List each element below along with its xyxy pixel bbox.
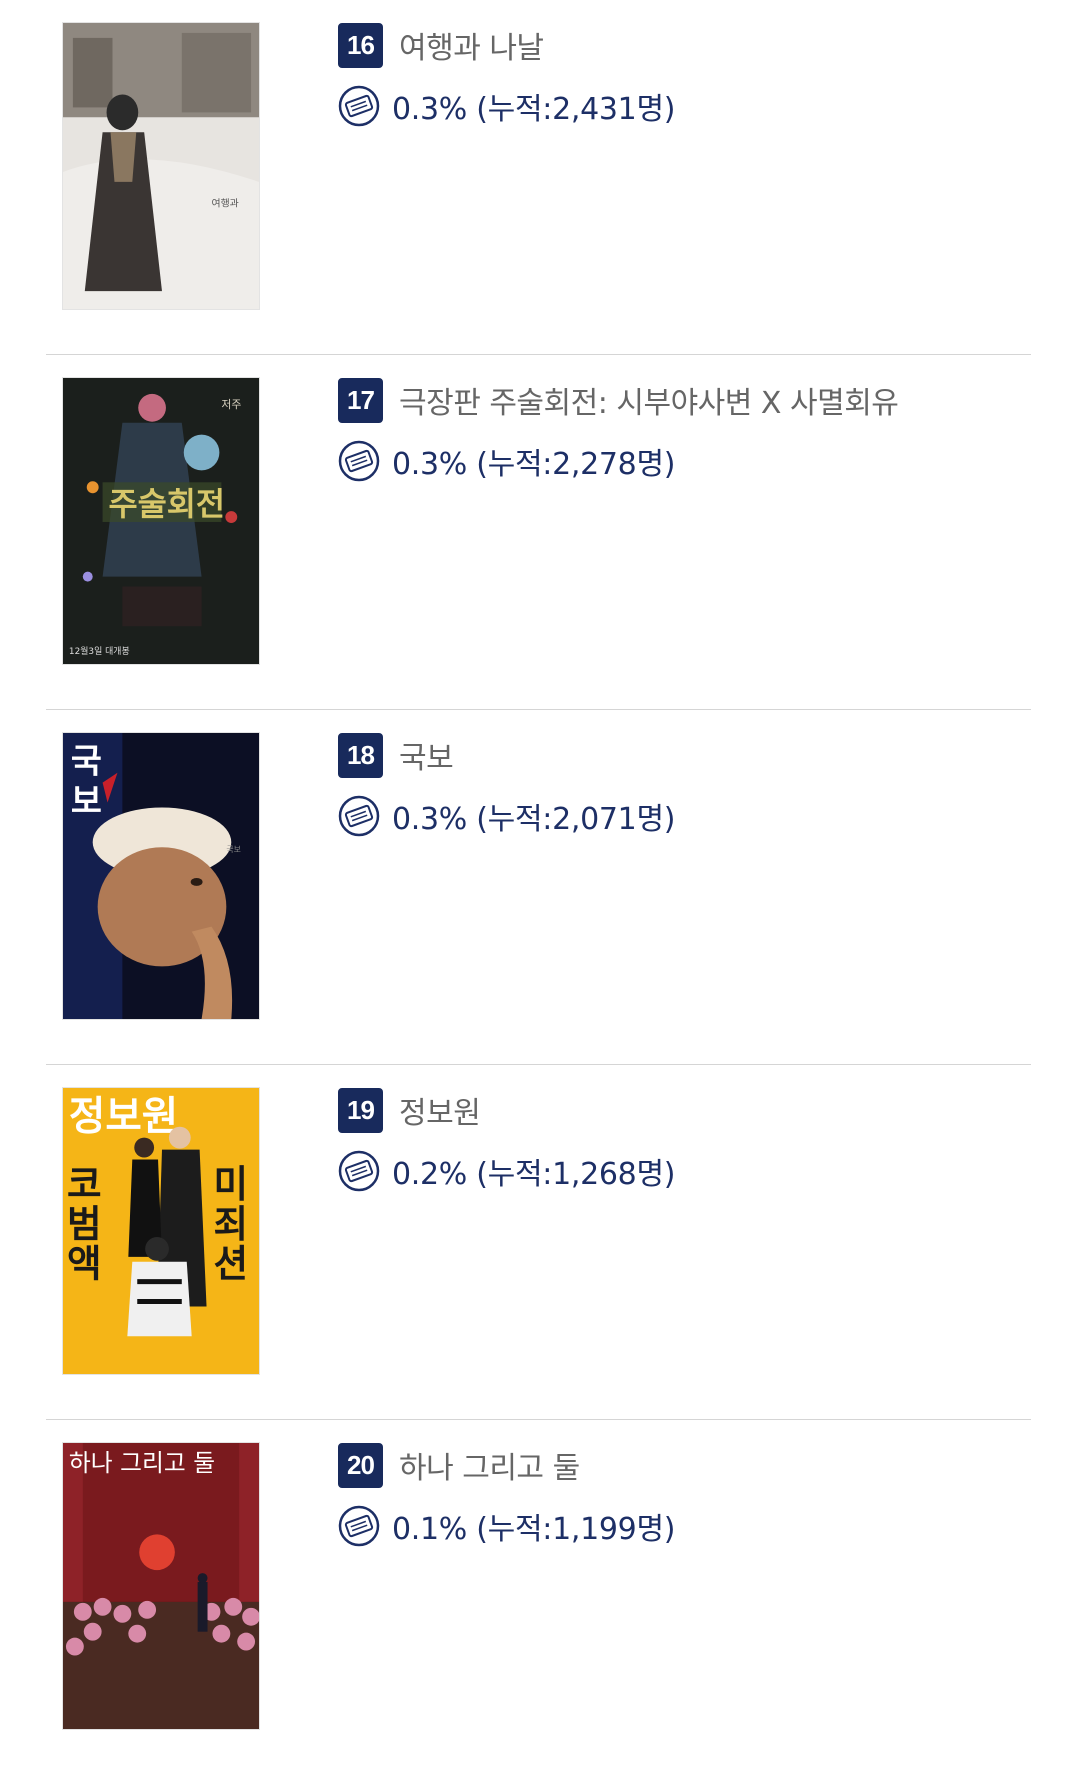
movie-title[interactable]: 국보: [399, 733, 454, 777]
movie-title[interactable]: 극장판 주술회전: 시부야사변 X 사멸회유: [399, 378, 899, 422]
list-item[interactable]: 국 보 국보 18 국보 0.3% (누적:2,071명): [46, 710, 1031, 1065]
stat-row: 0.3% (누적:2,071명): [338, 794, 675, 838]
stat-row: 0.3% (누적:2,431명): [338, 84, 675, 128]
svg-text:죄: 죄: [213, 1202, 248, 1246]
stat-row: 0.1% (누적:1,199명): [338, 1504, 675, 1548]
title-row: 20 하나 그리고 둘: [338, 1442, 580, 1488]
list-item[interactable]: 하나 그리고 둘 20 하나 그리고 둘 0.1% (누적:1,199명): [46, 1420, 1031, 1775]
svg-text:12월3일 대개봉: 12월3일 대개봉: [69, 645, 130, 657]
ticket-icon: [338, 1505, 380, 1547]
title-row: 17 극장판 주술회전: 시부야사변 X 사멸회유: [338, 377, 899, 423]
svg-text:보: 보: [71, 781, 102, 820]
title-row: 18 국보: [338, 732, 454, 778]
svg-text:국: 국: [71, 742, 102, 781]
svg-text:범: 범: [67, 1202, 102, 1246]
audience-share: 0.3% (누적:2,071명): [392, 802, 676, 837]
movie-poster[interactable]: 국 보 국보: [62, 732, 260, 1020]
movie-title[interactable]: 하나 그리고 둘: [399, 1443, 580, 1487]
rank-badge: 17: [338, 377, 383, 423]
ticket-icon: [338, 440, 380, 482]
box-office-list: 여행과 16 여행과 나날 0.3% (누적:2,431명) 주술회전 저주 1…: [46, 0, 1031, 1775]
svg-text:국보: 국보: [226, 845, 241, 854]
rank-badge: 16: [338, 22, 383, 68]
audience-share: 0.3% (누적:2,278명): [392, 447, 676, 482]
movie-title[interactable]: 정보원: [399, 1088, 481, 1132]
list-item[interactable]: 정보원 코 범 액 미 죄 션 19 정보원 0.2% (누적:1,268명): [46, 1065, 1031, 1420]
audience-share: 0.2% (누적:1,268명): [392, 1157, 676, 1192]
rank-badge: 19: [338, 1087, 383, 1133]
movie-poster[interactable]: 주술회전 저주 12월3일 대개봉: [62, 377, 260, 665]
svg-text:주술회전: 주술회전: [109, 486, 226, 523]
svg-text:미: 미: [213, 1162, 248, 1206]
movie-poster[interactable]: 여행과: [62, 22, 260, 310]
audience-share: 0.3% (누적:2,431명): [392, 92, 676, 127]
rank-badge: 18: [338, 732, 383, 778]
svg-text:정보원: 정보원: [69, 1094, 178, 1140]
svg-text:액: 액: [67, 1242, 102, 1286]
ticket-icon: [338, 1150, 380, 1192]
title-row: 16 여행과 나날: [338, 22, 544, 68]
list-item[interactable]: 여행과 16 여행과 나날 0.3% (누적:2,431명): [46, 0, 1031, 355]
movie-title[interactable]: 여행과 나날: [399, 23, 544, 67]
stat-row: 0.3% (누적:2,278명): [338, 439, 675, 483]
rank-badge: 20: [338, 1442, 383, 1488]
audience-share: 0.1% (누적:1,199명): [392, 1512, 676, 1547]
svg-text:코: 코: [67, 1162, 102, 1206]
title-row: 19 정보원: [338, 1087, 481, 1133]
ticket-icon: [338, 795, 380, 837]
svg-text:여행과: 여행과: [211, 198, 238, 210]
svg-text:하나 그리고 둘: 하나 그리고 둘: [69, 1449, 215, 1477]
list-item[interactable]: 주술회전 저주 12월3일 대개봉 17 극장판 주술회전: 시부야사변 X 사…: [46, 355, 1031, 710]
svg-text:션: 션: [213, 1242, 248, 1286]
stat-row: 0.2% (누적:1,268명): [338, 1149, 675, 1193]
movie-poster[interactable]: 하나 그리고 둘: [62, 1442, 260, 1730]
ticket-icon: [338, 85, 380, 127]
movie-poster[interactable]: 정보원 코 범 액 미 죄 션: [62, 1087, 260, 1375]
svg-text:저주: 저주: [221, 398, 241, 411]
